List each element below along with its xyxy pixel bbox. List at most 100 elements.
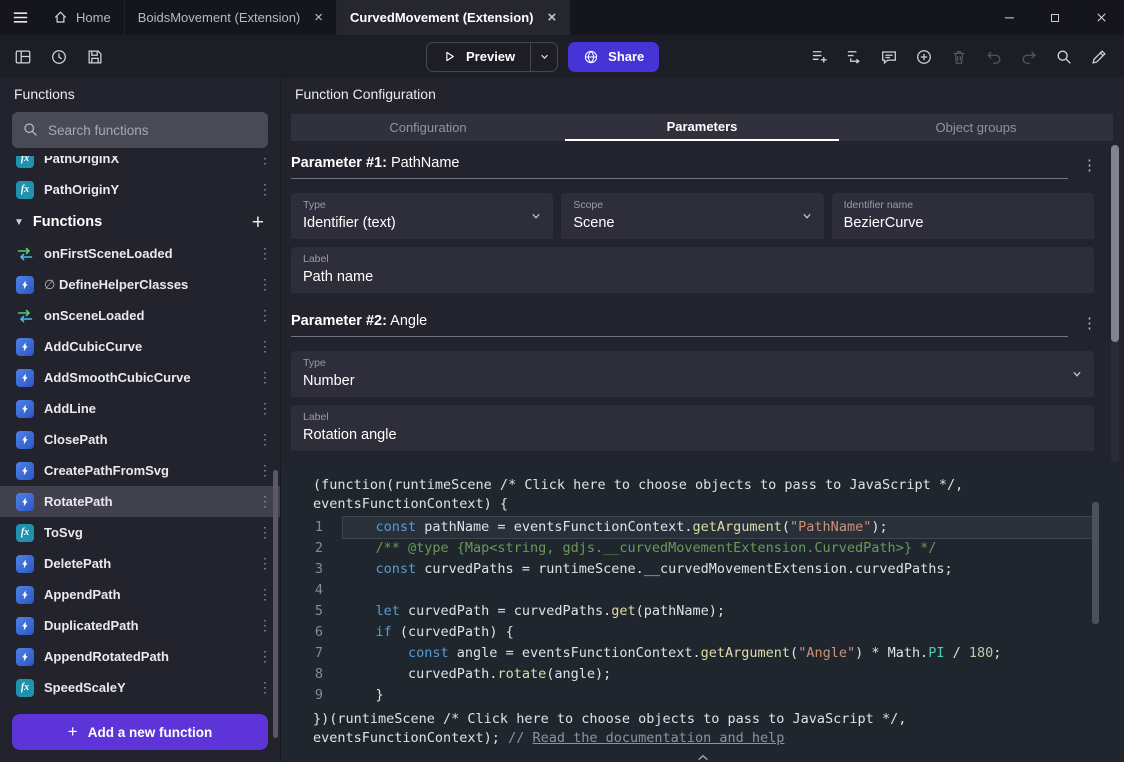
parameters-scrollbar — [1111, 145, 1119, 462]
collapse-editor-chevron[interactable] — [696, 753, 710, 762]
search-functions-input[interactable] — [12, 112, 268, 148]
function-item-rotatepath[interactable]: RotatePath⋮ — [0, 486, 280, 517]
function-item-onsceneloaded[interactable]: onSceneLoaded ⋮ — [0, 300, 280, 331]
function-item-onfirstsceneloaded[interactable]: onFirstSceneLoaded⋮ — [0, 238, 280, 269]
type-field[interactable]: TypeNumber — [291, 351, 1094, 397]
undo-icon[interactable] — [981, 44, 1007, 70]
function-item-addline[interactable]: AddLine⋮ — [0, 393, 280, 424]
maximize-button[interactable] — [1032, 0, 1078, 35]
code-line-6[interactable]: 6 if (curvedPath) { — [281, 622, 1124, 643]
function-item-tosvg[interactable]: fxToSvg⋮ — [0, 517, 280, 548]
code-line-9[interactable]: 9 } — [281, 685, 1124, 706]
code-text: const curvedPaths = runtimeScene.__curve… — [343, 559, 1096, 580]
code-line-5[interactable]: 5 let curvedPath = curvedPaths.get(pathN… — [281, 601, 1124, 622]
add-circle-icon[interactable] — [911, 44, 937, 70]
parameters-scrollbar-thumb[interactable] — [1111, 145, 1119, 342]
item-menu-icon[interactable]: ⋮ — [258, 156, 270, 167]
add-function-plus-button[interactable]: + — [250, 212, 266, 233]
code-line-3[interactable]: 3 const curvedPaths = runtimeScene.__cur… — [281, 559, 1124, 580]
preview-button[interactable]: Preview — [427, 43, 530, 71]
function-item-speedscaley[interactable]: fxSpeedScaleY⋮ — [0, 672, 280, 703]
scope-field[interactable]: ScopeScene — [561, 193, 823, 239]
save-icon[interactable] — [82, 44, 108, 70]
redo-icon[interactable] — [1016, 44, 1042, 70]
brush-icon[interactable] — [1086, 44, 1112, 70]
search-icon[interactable] — [1051, 44, 1077, 70]
item-menu-icon[interactable]: ⋮ — [258, 276, 270, 293]
history-icon[interactable] — [46, 44, 72, 70]
add-function-label: Add a new function — [88, 725, 213, 740]
label-field[interactable]: LabelRotation angle — [291, 405, 1094, 451]
code-line-8[interactable]: 8 curvedPath.rotate(angle); — [281, 664, 1124, 685]
item-menu-icon[interactable]: ⋮ — [258, 586, 270, 603]
item-menu-icon[interactable]: ⋮ — [258, 431, 270, 448]
item-menu-icon[interactable]: ⋮ — [258, 648, 270, 665]
type-field[interactable]: TypeIdentifier (text) — [291, 193, 553, 239]
functions-section-header[interactable]: ▼ Functions + — [0, 206, 280, 238]
code-token: eventsFunctionContext); — [313, 730, 508, 746]
parameter-heading-row: Parameter #1: PathName ⋮ — [291, 155, 1094, 179]
tab-parameters[interactable]: Parameters — [565, 114, 839, 141]
function-item-definehelperclasses[interactable]: ∅ DefineHelperClasses⋮ — [0, 269, 280, 300]
add-event-icon[interactable] — [806, 44, 832, 70]
item-menu-icon[interactable]: ⋮ — [258, 307, 270, 324]
item-menu-icon[interactable]: ⋮ — [258, 369, 270, 386]
panels-icon[interactable] — [10, 44, 36, 70]
code-line-7[interactable]: 7 const angle = eventsFunctionContext.ge… — [281, 643, 1124, 664]
function-item-appendrotatedpath[interactable]: AppendRotatedPath⋮ — [0, 641, 280, 672]
code-editor-scrollbar[interactable] — [1092, 502, 1099, 624]
code-token: "Angle" — [798, 645, 855, 661]
close-tab-icon[interactable]: × — [548, 10, 557, 25]
code-line-1[interactable]: 1 const pathName = eventsFunctionContext… — [281, 517, 1124, 538]
minimize-button[interactable] — [986, 0, 1032, 35]
function-item-deletepath[interactable]: DeletePath⋮ — [0, 548, 280, 579]
item-menu-icon[interactable]: ⋮ — [258, 338, 270, 355]
item-menu-icon[interactable]: ⋮ — [258, 462, 270, 479]
close-window-button[interactable] — [1078, 0, 1124, 35]
tab-object-groups[interactable]: Object groups — [839, 114, 1113, 141]
parameter-menu-icon[interactable]: ⋮ — [1082, 156, 1094, 179]
parameter-name-field[interactable]: Parameter #2: Angle — [291, 313, 1068, 337]
function-item-pathoriginy[interactable]: fxPathOriginY⋮ — [0, 174, 280, 205]
parameter-block-2: Parameter #2: Angle ⋮ TypeNumber LabelRotat… — [291, 313, 1094, 451]
function-item-duplicatedpath[interactable]: DuplicatedPath⋮ — [0, 610, 280, 641]
sidebar-scrollbar[interactable] — [273, 470, 278, 738]
code-text: let curvedPath = curvedPaths.get(pathNam… — [343, 601, 1096, 622]
item-menu-icon[interactable]: ⋮ — [258, 617, 270, 634]
function-item-closepath[interactable]: ClosePath⋮ — [0, 424, 280, 455]
close-tab-icon[interactable]: × — [314, 10, 323, 25]
tab-home[interactable]: Home — [40, 0, 125, 35]
function-item-pathoriginx[interactable]: fxPathOriginX⋮ — [0, 156, 280, 174]
item-menu-icon[interactable]: ⋮ — [258, 524, 270, 541]
parameter-menu-icon[interactable]: ⋮ — [1082, 314, 1094, 337]
parameter-name-field[interactable]: Parameter #1: PathName — [291, 155, 1068, 179]
function-item-addcubiccurve[interactable]: AddCubicCurve⋮ — [0, 331, 280, 362]
function-name: onSceneLoaded — [44, 308, 248, 323]
comment-icon[interactable] — [876, 44, 902, 70]
code-line-2[interactable]: 2 /** @type {Map<string, gdjs.__curvedMo… — [281, 538, 1124, 559]
preview-options-button[interactable] — [530, 43, 557, 71]
code-token: curvedPath = curvedPaths. — [400, 603, 611, 619]
function-item-appendpath[interactable]: AppendPath⋮ — [0, 579, 280, 610]
add-new-function-button[interactable]: + Add a new function — [12, 714, 268, 750]
function-item-createpathfromsvg[interactable]: CreatePathFromSvg⋮ — [0, 455, 280, 486]
label-field[interactable]: LabelPath name — [291, 247, 1094, 293]
item-menu-icon[interactable]: ⋮ — [258, 493, 270, 510]
item-menu-icon[interactable]: ⋮ — [258, 245, 270, 262]
tab-curvedmovement-extension[interactable]: CurvedMovement (Extension)× — [337, 0, 570, 35]
item-menu-icon[interactable]: ⋮ — [258, 181, 270, 198]
hamburger-menu-button[interactable] — [0, 0, 40, 35]
add-subevent-icon[interactable] — [841, 44, 867, 70]
identifier-name-field[interactable]: Identifier nameBezierCurve — [832, 193, 1094, 239]
trash-icon[interactable] — [946, 44, 972, 70]
share-button[interactable]: Share — [568, 42, 659, 72]
tab-boidsmovement-extension[interactable]: BoidsMovement (Extension)× — [125, 0, 337, 35]
code-token: const — [408, 645, 449, 661]
code-line-4[interactable]: 4 — [281, 580, 1124, 601]
item-menu-icon[interactable]: ⋮ — [258, 555, 270, 572]
item-menu-icon[interactable]: ⋮ — [258, 679, 270, 696]
item-menu-icon[interactable]: ⋮ — [258, 400, 270, 417]
documentation-link[interactable]: Read the documentation and help — [532, 730, 784, 746]
function-item-addsmoothcubiccurve[interactable]: AddSmoothCubicCurve⋮ — [0, 362, 280, 393]
tab-configuration[interactable]: Configuration — [291, 114, 565, 141]
